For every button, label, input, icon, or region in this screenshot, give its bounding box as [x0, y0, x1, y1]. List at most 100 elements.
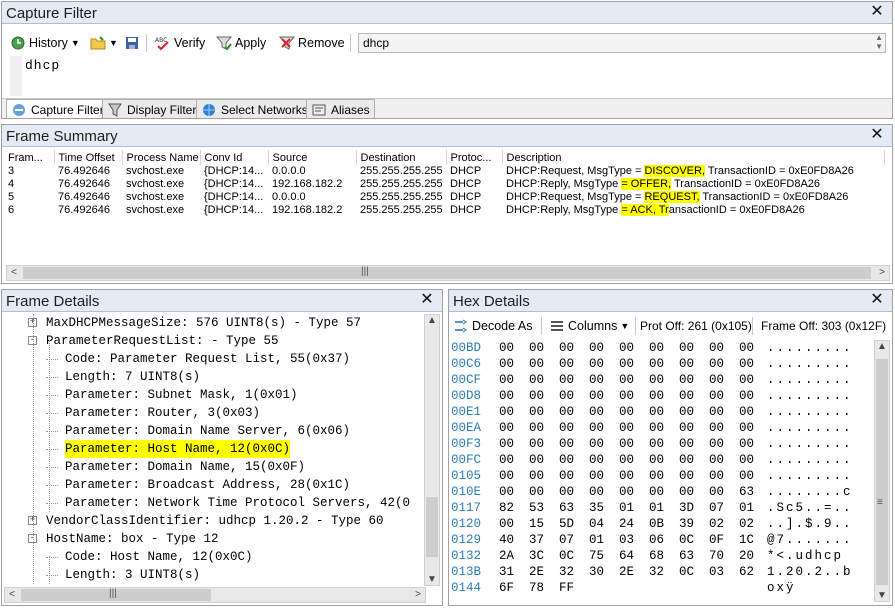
close-icon[interactable]: ✕ [868, 291, 886, 309]
hex-byte[interactable]: 00 [529, 452, 559, 468]
hex-byte[interactable]: 07 [559, 532, 589, 548]
hex-byte[interactable]: 00 [529, 404, 559, 420]
hex-byte[interactable]: 00 [529, 468, 559, 484]
column-header-time[interactable]: Time Offset [54, 150, 123, 165]
hex-row[interactable]: 00EA 00 00 00 00 00 00 00 00 00......... [449, 420, 869, 436]
vertical-scrollbar[interactable]: ▲ ▼ [424, 314, 440, 586]
hex-byte[interactable]: 30 [589, 564, 619, 580]
hex-byte[interactable]: 00 [619, 404, 649, 420]
hex-byte[interactable]: 78 [529, 580, 559, 596]
hex-byte[interactable]: 63 [739, 484, 769, 500]
hex-byte[interactable]: 2E [529, 564, 559, 580]
hex-byte[interactable]: 00 [739, 388, 769, 404]
hex-byte[interactable]: 00 [559, 436, 589, 452]
hex-byte[interactable]: 63 [679, 548, 709, 564]
hex-byte[interactable]: 00 [649, 356, 679, 372]
hex-byte[interactable]: 06 [649, 532, 679, 548]
hex-row[interactable]: 0132 2A 3C 0C 75 64 68 63 70 20 *<.udhcp [449, 548, 869, 564]
table-row[interactable]: 3 76.492646 svchost.exe {DHCP:14... 0.0.0.0 2… [4, 165, 884, 178]
hex-row[interactable]: 0117 82 53 63 35 01 01 3D 07 01 .Sc5..=.. [449, 500, 869, 516]
column-header-source[interactable]: Source [268, 150, 357, 165]
hex-byte[interactable]: 00 [739, 420, 769, 436]
hex-byte[interactable]: 02 [739, 516, 769, 532]
table-row[interactable]: 6 76.492646 svchost.exe {DHCP:14... 192.168.… [4, 204, 884, 217]
hex-byte[interactable]: 00 [649, 436, 679, 452]
hex-byte[interactable]: 00 [619, 436, 649, 452]
chevron-up-icon[interactable]: ▲ [875, 33, 883, 42]
hex-byte[interactable]: 15 [529, 516, 559, 532]
hex-byte[interactable]: 00 [499, 340, 529, 356]
hex-row[interactable]: 0105 00 00 00 00 00 00 00 00 00......... [449, 468, 869, 484]
hex-row[interactable]: 010E 00 00 00 00 00 00 00 00 63 ........c [449, 484, 869, 500]
column-header-protocol[interactable]: Protoc... [446, 150, 503, 165]
scroll-down-icon[interactable]: ▼ [875, 590, 889, 601]
hex-byte[interactable]: 3C [529, 548, 559, 564]
hex-byte[interactable]: 63 [559, 500, 589, 516]
hex-byte[interactable]: 00 [709, 404, 739, 420]
hex-byte[interactable]: 00 [739, 372, 769, 388]
hex-byte[interactable]: 00 [589, 356, 619, 372]
hex-row[interactable]: 00F3 00 00 00 00 00 00 00 00 00......... [449, 436, 869, 452]
hex-byte[interactable]: 00 [679, 468, 709, 484]
hex-byte[interactable]: 35 [589, 500, 619, 516]
hex-row[interactable]: 00FC 00 00 00 00 00 00 00 00 00......... [449, 452, 869, 468]
hex-byte[interactable]: 00 [619, 452, 649, 468]
hex-byte[interactable]: 00 [529, 340, 559, 356]
hex-byte[interactable]: 00 [739, 436, 769, 452]
hex-byte[interactable]: 00 [589, 468, 619, 484]
hex-row[interactable]: 00E1 00 00 00 00 00 00 00 00 00......... [449, 404, 869, 420]
hex-byte[interactable]: 31 [499, 564, 529, 580]
hex-byte[interactable]: 00 [619, 468, 649, 484]
hex-byte[interactable]: 00 [739, 356, 769, 372]
hex-byte[interactable]: 00 [619, 484, 649, 500]
hex-byte[interactable]: 00 [649, 372, 679, 388]
close-icon[interactable]: ✕ [868, 3, 886, 21]
hex-byte[interactable]: 00 [499, 420, 529, 436]
column-header-destination[interactable]: Destination [356, 150, 447, 165]
hex-row[interactable]: 0129 40 37 07 01 03 06 0C 0F 1C @7....... [449, 532, 869, 548]
hex-byte[interactable]: 00 [619, 388, 649, 404]
hex-byte[interactable]: 62 [739, 564, 769, 580]
hex-byte[interactable]: 00 [559, 356, 589, 372]
hex-byte[interactable]: 00 [649, 404, 679, 420]
apply-button[interactable]: Apply [216, 32, 266, 54]
hex-byte[interactable]: 00 [619, 420, 649, 436]
tab-capture-filter[interactable]: Capture Filter [6, 99, 109, 118]
hex-byte[interactable]: 00 [529, 356, 559, 372]
hex-byte[interactable]: 2A [499, 548, 529, 564]
hex-byte[interactable]: FF [559, 580, 589, 596]
hex-byte[interactable]: 00 [739, 452, 769, 468]
close-icon[interactable]: ✕ [868, 126, 886, 144]
column-header-description[interactable]: Description [502, 150, 885, 165]
vertical-scrollbar[interactable]: ▲ ≡ ▼ [874, 340, 890, 602]
hex-byte[interactable]: 00 [679, 404, 709, 420]
scroll-thumb[interactable] [23, 267, 871, 279]
hex-byte[interactable]: 39 [679, 516, 709, 532]
hex-byte[interactable]: 00 [619, 356, 649, 372]
hex-byte[interactable]: 00 [709, 452, 739, 468]
hex-byte[interactable]: 00 [619, 372, 649, 388]
hex-byte[interactable]: 24 [619, 516, 649, 532]
scroll-up-icon[interactable]: ▲ [875, 341, 889, 352]
column-header-conv[interactable]: Conv Id [200, 150, 269, 165]
hex-byte[interactable]: 00 [529, 484, 559, 500]
filter-combo[interactable]: dhcp ▲ ▼ [358, 33, 886, 53]
hex-byte[interactable]: 02 [709, 516, 739, 532]
tab-display-filter[interactable]: Display Filter [102, 99, 202, 118]
hex-byte[interactable]: 00 [739, 404, 769, 420]
table-row[interactable]: 5 76.492646 svchost.exe {DHCP:14... 0.0.0.0 2… [4, 191, 884, 204]
hex-byte[interactable]: 53 [529, 500, 559, 516]
hex-byte[interactable]: 00 [559, 372, 589, 388]
hex-byte[interactable]: 04 [589, 516, 619, 532]
hex-byte[interactable]: 00 [739, 468, 769, 484]
hex-byte[interactable]: 00 [679, 356, 709, 372]
hex-byte[interactable]: 00 [649, 420, 679, 436]
hex-row[interactable]: 00D8 00 00 00 00 00 00 00 00 00......... [449, 388, 869, 404]
hex-byte[interactable]: 00 [499, 468, 529, 484]
hex-byte[interactable]: 0C [679, 532, 709, 548]
scroll-right-icon[interactable]: > [411, 589, 425, 600]
hex-byte[interactable]: 40 [499, 532, 529, 548]
hex-byte[interactable]: 0C [679, 564, 709, 580]
hex-row[interactable]: 0120 00 15 5D 04 24 0B 39 02 02 ..].$.9.. [449, 516, 869, 532]
hex-byte[interactable]: 00 [709, 436, 739, 452]
